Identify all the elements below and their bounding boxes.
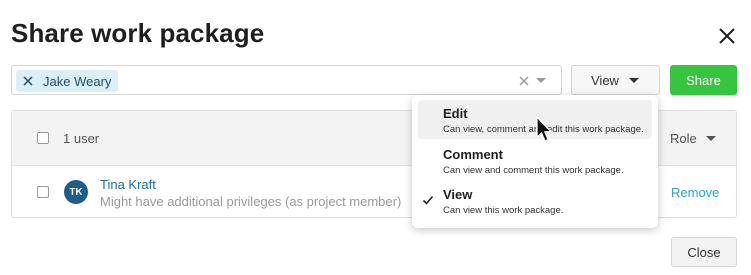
dialog-title: Share work package xyxy=(11,18,265,48)
chip-remove-icon[interactable] xyxy=(21,74,35,88)
menu-item-edit[interactable]: Edit Can view, comment and edit this wor… xyxy=(418,100,652,139)
share-dialog: Share work package Jake Weary View Share… xyxy=(0,0,751,275)
clear-icon[interactable] xyxy=(518,74,530,86)
user-count: 1 user xyxy=(63,131,100,146)
chip-label: Jake Weary xyxy=(43,73,112,89)
select-all-checkbox[interactable] xyxy=(37,132,49,144)
role-select-button[interactable]: View xyxy=(571,65,660,95)
role-select-label: View xyxy=(591,73,619,88)
role-filter[interactable]: Role xyxy=(670,131,716,146)
menu-item-description: Can view, comment and edit this work pac… xyxy=(443,124,644,135)
row-checkbox[interactable] xyxy=(37,186,49,198)
menu-item-title: View xyxy=(443,187,473,202)
close-button[interactable]: Close xyxy=(671,237,737,267)
chevron-down-icon xyxy=(705,136,716,141)
user-privilege-note: Might have additional privileges (as pro… xyxy=(100,194,402,209)
menu-item-description: Can view and comment this work package. xyxy=(443,165,624,176)
avatar: TK xyxy=(64,180,88,204)
user-search-select[interactable]: Jake Weary xyxy=(11,65,562,95)
role-filter-label: Role xyxy=(670,131,697,146)
user-name-link[interactable]: Tina Kraft xyxy=(100,177,156,192)
selected-user-chip: Jake Weary xyxy=(16,70,119,92)
share-button[interactable]: Share xyxy=(670,65,737,95)
chevron-down-icon xyxy=(629,78,639,83)
menu-item-title: Comment xyxy=(443,147,503,162)
menu-item-title: Edit xyxy=(443,106,468,121)
chevron-down-icon[interactable] xyxy=(536,78,546,83)
menu-item-description: Can view this work package. xyxy=(443,205,564,216)
close-icon[interactable] xyxy=(716,25,738,47)
remove-button[interactable]: Remove xyxy=(671,185,719,200)
check-icon xyxy=(422,193,434,205)
menu-item-comment[interactable]: Comment Can view and comment this work p… xyxy=(418,141,652,180)
role-dropdown-menu: Edit Can view, comment and edit this wor… xyxy=(412,95,658,228)
menu-item-view[interactable]: View Can view this work package. xyxy=(418,181,652,220)
